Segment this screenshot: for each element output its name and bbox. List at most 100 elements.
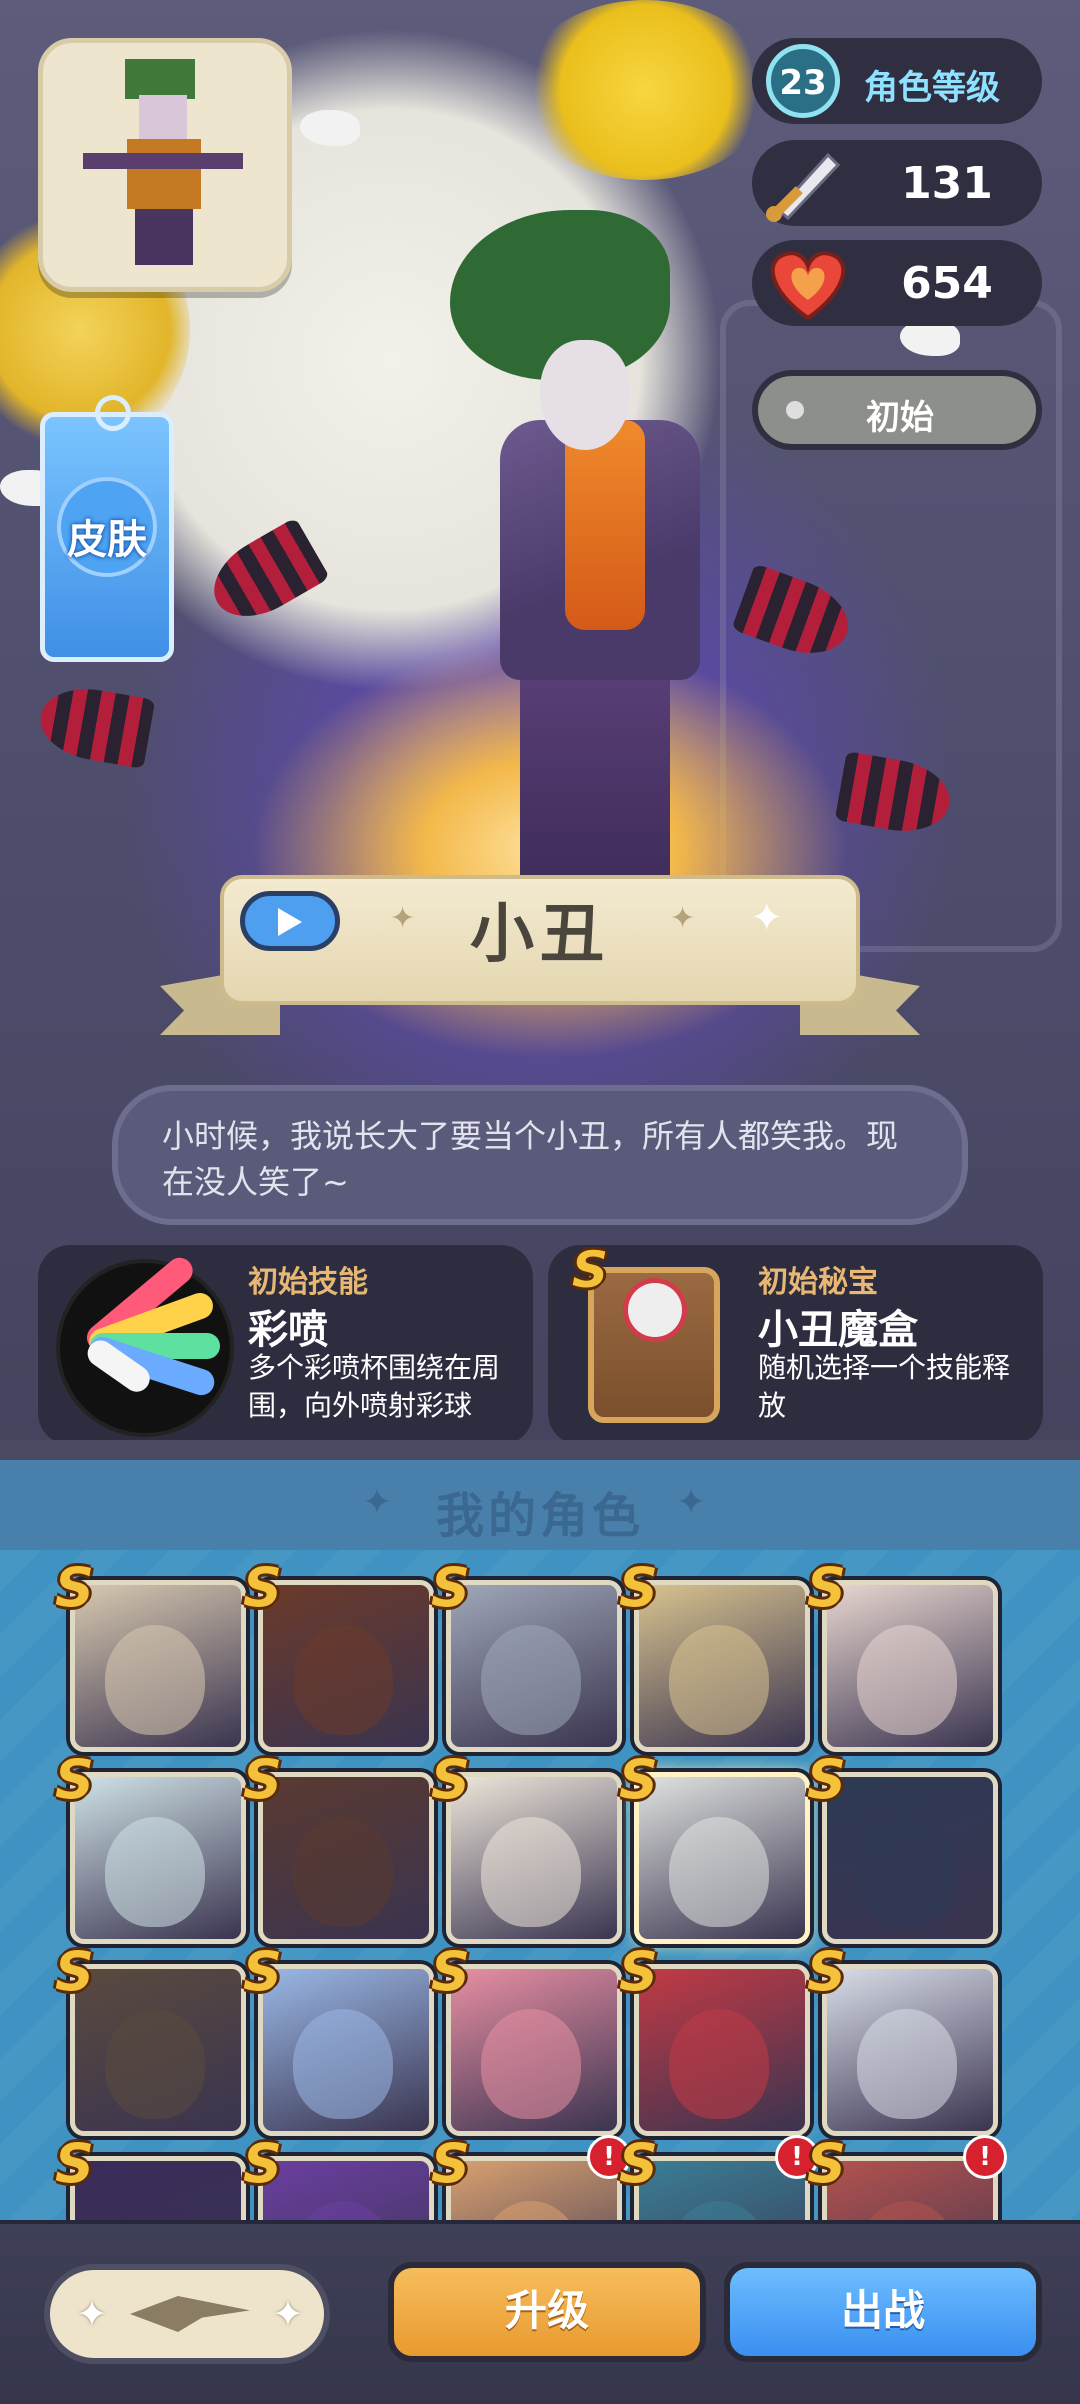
character-face-art [857, 1817, 957, 1927]
skill-name: 彩喷 [248, 1307, 328, 1353]
character-card[interactable]: S [431, 1561, 622, 1752]
hook-icon [95, 395, 131, 431]
initial-treasure-card[interactable]: S 初始秘宝 小丑魔盒 随机选择一个技能释放 [548, 1245, 1043, 1440]
pixel-legs [135, 209, 193, 265]
card-grade: S [431, 1748, 470, 1811]
name-banner: ✦ ✦ 小丑 ✦ [160, 855, 920, 1035]
sword-icon [766, 152, 841, 222]
skin-label: 皮肤 [67, 517, 147, 563]
treasure-desc: 随机选择一个技能释放 [758, 1351, 1011, 1422]
pixel-arms [83, 153, 243, 169]
character-face-art [669, 2201, 769, 2220]
hero-quote: 小时候，我说长大了要当个小丑，所有人都笑我。现在没人笑了~ [162, 1117, 899, 1201]
card-grade: S [55, 2132, 94, 2195]
character-card[interactable]: S [243, 1753, 434, 1944]
card-grade: S [243, 1748, 282, 1811]
treasure-name: 小丑魔盒 [758, 1307, 918, 1353]
sparkle-icon: ✦ [76, 2292, 108, 2336]
dove-decoration [300, 110, 360, 146]
state-toggle[interactable]: 初始 [752, 370, 1042, 450]
character-card[interactable]: S [243, 2137, 434, 2220]
character-face-art [293, 1817, 393, 1927]
character-face-art [481, 2201, 581, 2220]
initial-skill-card[interactable]: 初始技能 彩喷 多个彩喷杯围绕在周围，向外喷射彩球 [38, 1245, 533, 1440]
character-card[interactable]: S [807, 1753, 998, 1944]
state-label: 初始 [866, 398, 934, 438]
pixel-face [139, 95, 187, 139]
jester-head [628, 1283, 682, 1337]
character-face-art [857, 1625, 957, 1735]
character-face-art [293, 1625, 393, 1735]
card-grade: S [807, 2132, 846, 2195]
character-card[interactable]: S! [619, 2135, 819, 2220]
character-face-art [105, 2201, 205, 2220]
attack-value: 131 [901, 158, 993, 209]
level-badge: 23 [766, 44, 840, 118]
card-grade: S [619, 1748, 658, 1811]
character-face-art [293, 2009, 393, 2119]
character-card[interactable]: S [55, 2137, 246, 2220]
character-card[interactable]: S [243, 1945, 434, 2136]
character-card[interactable]: S [807, 1561, 998, 1752]
hero-showcase: 皮肤 23 角色等级 131 654 初始 ✦ ✦ 小丑 ✦ 小时候，我说长大了… [0, 0, 1080, 1440]
card-grade: S [807, 1556, 846, 1619]
skill-desc: 多个彩喷杯围绕在周围，向外喷射彩球 [248, 1351, 501, 1422]
character-face-art [669, 2009, 769, 2119]
bird-emblem-icon [130, 2296, 250, 2332]
card-grade: S [619, 1940, 658, 2003]
sparkle-icon: ✦ [272, 2292, 304, 2336]
card-grade: S [431, 1940, 470, 2003]
character-face-art [105, 2009, 205, 2119]
character-portrait[interactable] [38, 38, 292, 292]
flower-decoration [520, 0, 770, 180]
level-display: 23 角色等级 [752, 38, 1042, 124]
card-grade: S [619, 2132, 658, 2195]
character-face-art [857, 2009, 957, 2119]
skin-button[interactable]: 皮肤 [40, 395, 174, 662]
alert-badge-icon: ! [963, 2135, 1007, 2179]
hp-display: 654 [752, 240, 1042, 326]
card-grade: S [431, 1556, 470, 1619]
party-horn-decoration [34, 680, 156, 770]
character-card[interactable]: S [55, 1561, 246, 1752]
card-grade: S [243, 1556, 282, 1619]
hp-value: 654 [901, 258, 993, 309]
character-card[interactable]: S [431, 1945, 622, 2136]
character-face-art [105, 1817, 205, 1927]
character-card[interactable]: S [243, 1561, 434, 1752]
roster-header: ✦ 我的角色 ✦ [0, 1460, 1080, 1550]
level-label: 角色等级 [864, 68, 1000, 108]
card-grade: S [55, 1748, 94, 1811]
character-card[interactable]: S [55, 1945, 246, 2136]
pixel-hair [125, 59, 195, 99]
character-card[interactable]: S [55, 1753, 246, 1944]
battle-button[interactable]: 出战 [724, 2262, 1042, 2362]
character-face-art [481, 1625, 581, 1735]
upgrade-button[interactable]: 升级 [388, 2262, 706, 2362]
roster-grid: S S S S S S S S S S S S S S S S S S! S! S! [0, 1550, 1080, 2220]
card-grade: S [431, 2132, 470, 2195]
character-face-art [857, 2201, 957, 2220]
character-card[interactable]: S [619, 1945, 810, 2136]
treasure-label: 初始秘宝 [758, 1265, 878, 1300]
character-face-art [481, 2009, 581, 2119]
character-card[interactable]: S [431, 1753, 622, 1944]
party-horn-decoration [199, 517, 331, 633]
attack-display: 131 [752, 140, 1042, 226]
character-card[interactable]: S [619, 1561, 810, 1752]
card-grade: S [807, 1940, 846, 2003]
character-card[interactable]: S! [431, 2135, 631, 2220]
character-card[interactable]: S! [807, 2135, 1007, 2220]
character-card[interactable]: S [619, 1753, 810, 1944]
treasure-grade: S [572, 1241, 609, 1299]
heart-icon [770, 251, 846, 321]
character-face [540, 340, 630, 450]
pixel-body [127, 139, 201, 209]
character-face-art [669, 1817, 769, 1927]
sparkle-icon: ✦ [750, 895, 784, 941]
character-face-art [293, 2201, 393, 2220]
roster-title: 我的角色 [435, 1488, 644, 1544]
character-vest [565, 420, 645, 630]
character-card[interactable]: S [807, 1945, 998, 2136]
menu-button[interactable]: ✦ ✦ [44, 2264, 330, 2364]
